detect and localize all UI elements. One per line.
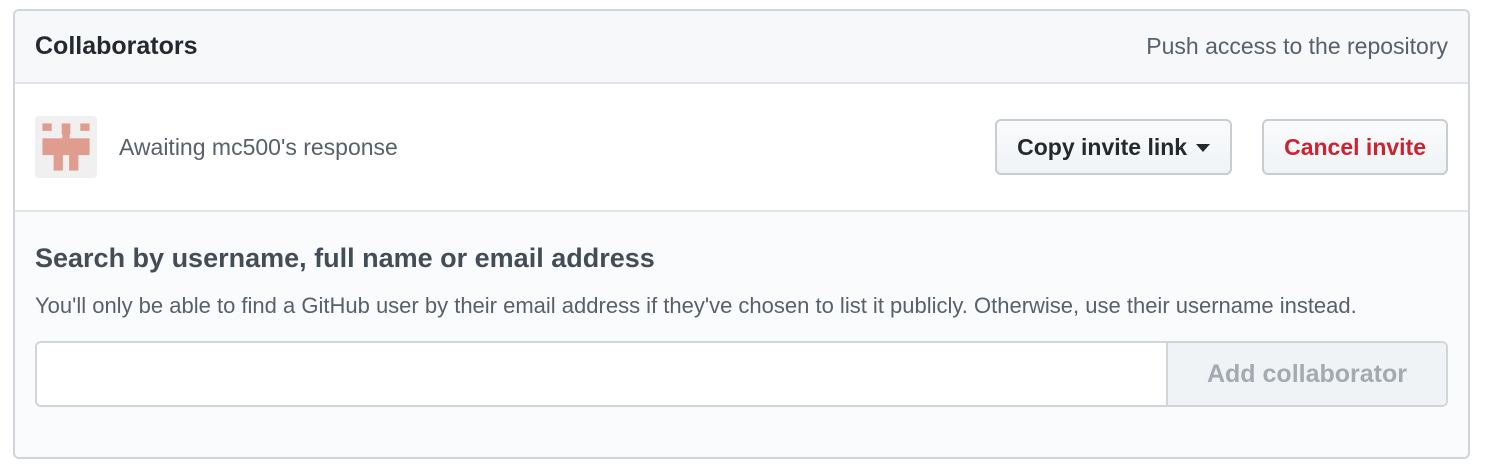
panel-title: Collaborators [35,32,198,60]
panel-header: Collaborators Push access to the reposit… [15,11,1468,84]
collaborator-search-input[interactable] [37,343,1166,405]
identicon-avatar [35,116,97,178]
chevron-down-icon [1196,144,1211,152]
pending-invite-row: Awaiting mc500's response Copy invite li… [15,84,1468,212]
search-heading: Search by username, full name or email a… [35,243,655,273]
collaborators-panel: Collaborators Push access to the reposit… [13,9,1470,459]
panel-access-note: Push access to the repository [1146,33,1448,59]
cancel-invite-button[interactable]: Cancel invite [1262,119,1448,175]
copy-invite-link-button[interactable]: Copy invite link [995,119,1233,175]
collaborator-search-group: Add collaborator [35,341,1448,407]
invite-status-text: Awaiting mc500's response [119,133,398,160]
add-collaborator-button[interactable]: Add collaborator [1166,343,1446,405]
copy-invite-link-label: Copy invite link [1017,133,1188,160]
search-help-text: You'll only be able to find a GitHub use… [35,293,1357,318]
add-collaborator-section: Search by username, full name or email a… [15,212,1468,457]
